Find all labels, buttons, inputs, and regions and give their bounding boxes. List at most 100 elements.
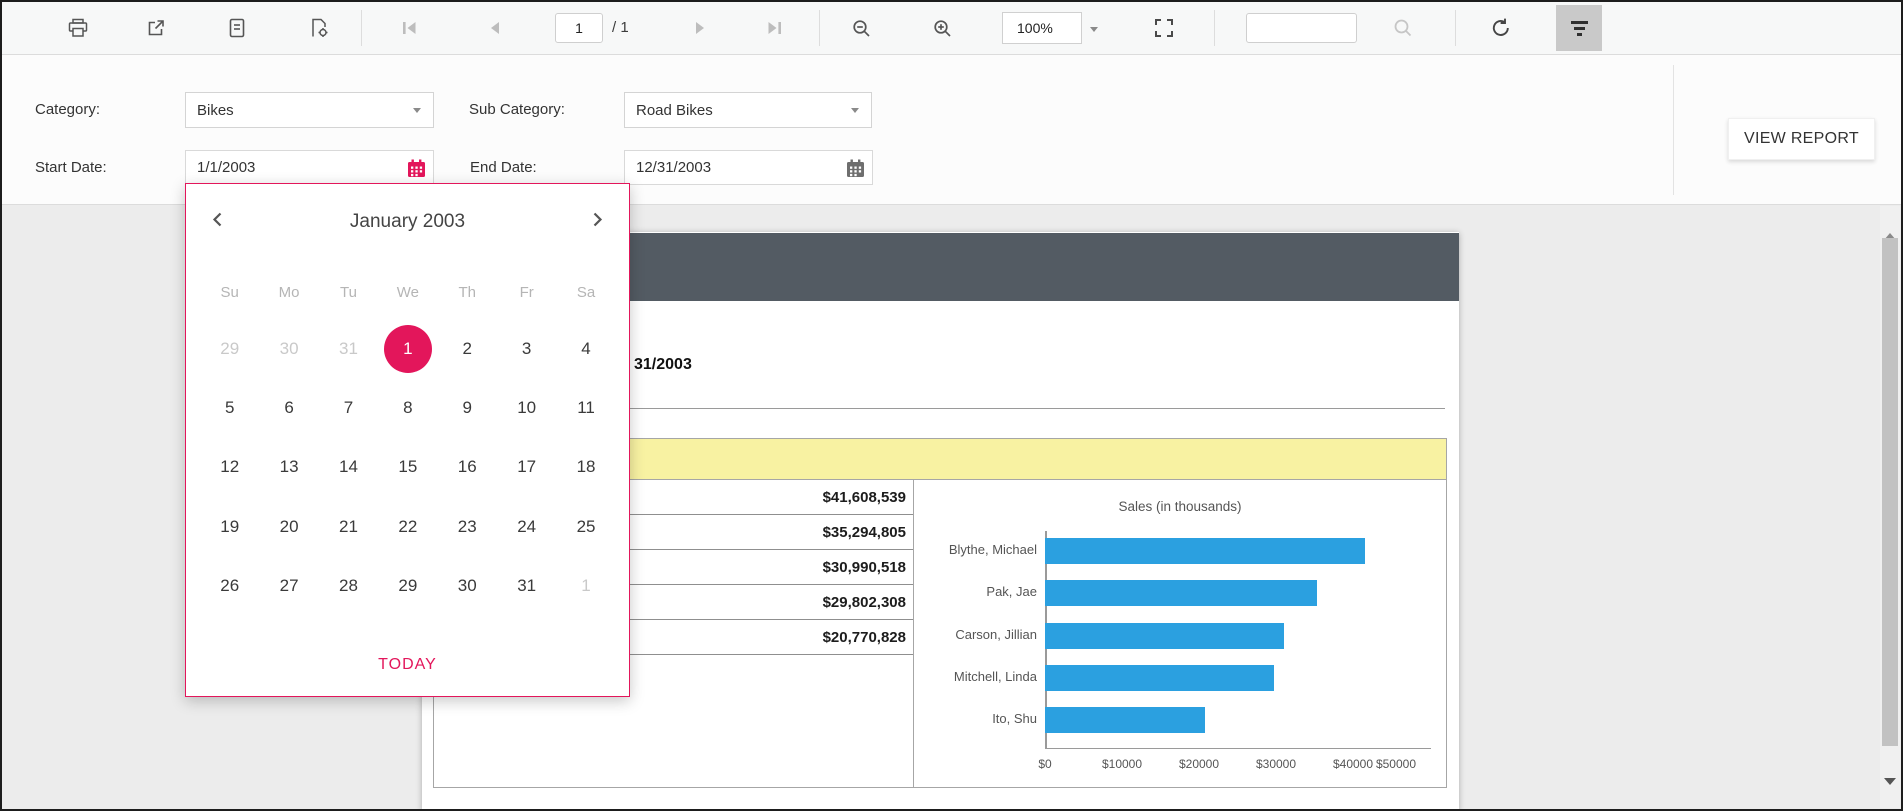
last-page-button[interactable] — [754, 8, 794, 48]
chart-title: Sales (in thousands) — [1118, 499, 1242, 514]
previous-page-button[interactable] — [475, 8, 515, 48]
calendar-day[interactable]: 8 — [378, 378, 437, 437]
calendar-day[interactable]: 10 — [497, 378, 556, 437]
print-button[interactable] — [58, 8, 98, 48]
zoom-dropdown-button[interactable] — [1090, 20, 1098, 35]
parameters-toggle-button[interactable] — [1556, 5, 1602, 51]
print-layout-button[interactable] — [217, 8, 257, 48]
calendar-day[interactable]: 18 — [556, 438, 615, 497]
search-icon — [1394, 19, 1412, 37]
zoom-out-button[interactable] — [841, 8, 881, 48]
calendar-icon[interactable] — [846, 159, 865, 183]
calendar-day[interactable]: 30 — [438, 557, 497, 616]
chart-bar — [1045, 538, 1366, 564]
calendar-month-title[interactable]: January 2003 — [186, 211, 629, 233]
subcategory-label: Sub Category: — [469, 101, 565, 118]
calendar-day[interactable]: 29 — [200, 319, 259, 378]
calendar-day[interactable]: 11 — [556, 378, 615, 437]
calendar-day[interactable]: 21 — [319, 497, 378, 556]
end-date-input[interactable] — [625, 151, 841, 184]
page-number-input[interactable] — [555, 13, 603, 43]
calendar-day[interactable]: 25 — [556, 497, 615, 556]
page-setup-button[interactable] — [299, 8, 339, 48]
calendar-day[interactable]: 13 — [259, 438, 318, 497]
page-total-label: / 1 — [612, 19, 629, 36]
search-button[interactable] — [1383, 8, 1423, 48]
next-page-icon — [696, 22, 704, 34]
calendar-day-headers: Su Mo Tu We Th Fr Sa — [200, 284, 616, 301]
zoom-level-dropdown[interactable]: 100% — [1002, 12, 1082, 44]
category-dropdown[interactable]: Bikes — [185, 92, 434, 128]
scrollbar-thumb[interactable] — [1882, 238, 1898, 746]
chart-axis-tick-label: $20000 — [1178, 757, 1220, 771]
calendar-icon[interactable] — [407, 159, 426, 183]
calendar-day[interactable]: 1 — [556, 557, 615, 616]
calendar-day[interactable]: 22 — [378, 497, 437, 556]
category-value: Bikes — [197, 101, 234, 119]
calendar-grid: 29 30 31 1 2 3 4 5 6 7 8 9 10 11 12 13 14 15 16 17 18 19 20 21 2… — [200, 319, 616, 616]
toolbar-divider — [819, 10, 820, 46]
calendar-day[interactable]: 30 — [259, 319, 318, 378]
toolbar-divider — [1214, 10, 1215, 46]
toolbar-divider — [1455, 10, 1456, 46]
calendar-day[interactable]: 23 — [438, 497, 497, 556]
fit-to-page-button[interactable] — [1144, 8, 1184, 48]
first-page-button[interactable] — [390, 8, 430, 48]
calendar-day[interactable]: 14 — [319, 438, 378, 497]
calendar-day[interactable]: 2 — [438, 319, 497, 378]
calendar-day-header: Tu — [340, 284, 357, 301]
calendar-day[interactable]: 20 — [259, 497, 318, 556]
calendar-day[interactable]: 17 — [497, 438, 556, 497]
scroll-up-button[interactable] — [1884, 218, 1896, 240]
calendar-day[interactable]: 3 — [497, 319, 556, 378]
sales-value-cell: $29,802,308 — [822, 593, 906, 611]
calendar-day[interactable]: 12 — [200, 438, 259, 497]
zoom-in-button[interactable] — [922, 8, 962, 48]
calendar-day[interactable]: 24 — [497, 497, 556, 556]
triangle-down-icon — [1884, 778, 1896, 800]
chart-bar — [1045, 707, 1205, 734]
vertical-scrollbar[interactable] — [1880, 206, 1900, 808]
calendar-day[interactable]: 19 — [200, 497, 259, 556]
chart-axis-tick-label: $10000 — [1101, 757, 1143, 771]
end-date-field — [624, 150, 873, 185]
zoom-in-icon — [933, 19, 951, 37]
next-page-button[interactable] — [680, 8, 720, 48]
calendar-day[interactable]: 16 — [438, 438, 497, 497]
calendar-day[interactable]: 28 — [319, 557, 378, 616]
chevron-down-icon — [1090, 27, 1098, 32]
toolbar-divider — [361, 10, 362, 46]
calendar-day[interactable]: 27 — [259, 557, 318, 616]
refresh-button[interactable] — [1481, 8, 1521, 48]
calendar-day[interactable]: 5 — [200, 378, 259, 437]
calendar-day-header: Th — [458, 284, 477, 301]
calendar-day[interactable]: 15 — [378, 438, 437, 497]
start-date-field — [185, 150, 434, 185]
export-button[interactable] — [136, 8, 176, 48]
toolbar: / 1 100% — [0, 0, 1903, 55]
subcategory-dropdown[interactable]: Road Bikes — [624, 92, 872, 128]
search-input[interactable] — [1246, 13, 1357, 43]
calendar-day-selected[interactable]: 1 — [378, 319, 437, 378]
chevron-down-icon — [851, 108, 859, 113]
view-report-button[interactable]: VIEW REPORT — [1728, 118, 1875, 160]
calendar-day[interactable]: 29 — [378, 557, 437, 616]
calendar-day[interactable]: 31 — [497, 557, 556, 616]
calendar-day[interactable]: 7 — [319, 378, 378, 437]
calendar-day[interactable]: 4 — [556, 319, 615, 378]
calendar-day[interactable]: 31 — [319, 319, 378, 378]
sales-value-cell: $41,608,539 — [822, 488, 906, 506]
sales-chart: Sales (in thousands) Blythe, Michael Pak,… — [913, 479, 1446, 787]
refresh-icon — [1492, 18, 1509, 36]
scroll-down-button[interactable] — [1884, 778, 1896, 800]
end-date-label: End Date: — [470, 159, 537, 176]
sales-value-cell: $30,990,518 — [822, 558, 906, 576]
next-month-button[interactable] — [588, 211, 605, 231]
start-date-input[interactable] — [186, 151, 402, 184]
calendar-day[interactable]: 6 — [259, 378, 318, 437]
first-page-icon — [403, 22, 416, 34]
calendar-day[interactable]: 9 — [438, 378, 497, 437]
today-button[interactable]: TODAY — [186, 656, 629, 674]
chevron-down-icon — [413, 108, 421, 113]
calendar-day[interactable]: 26 — [200, 557, 259, 616]
